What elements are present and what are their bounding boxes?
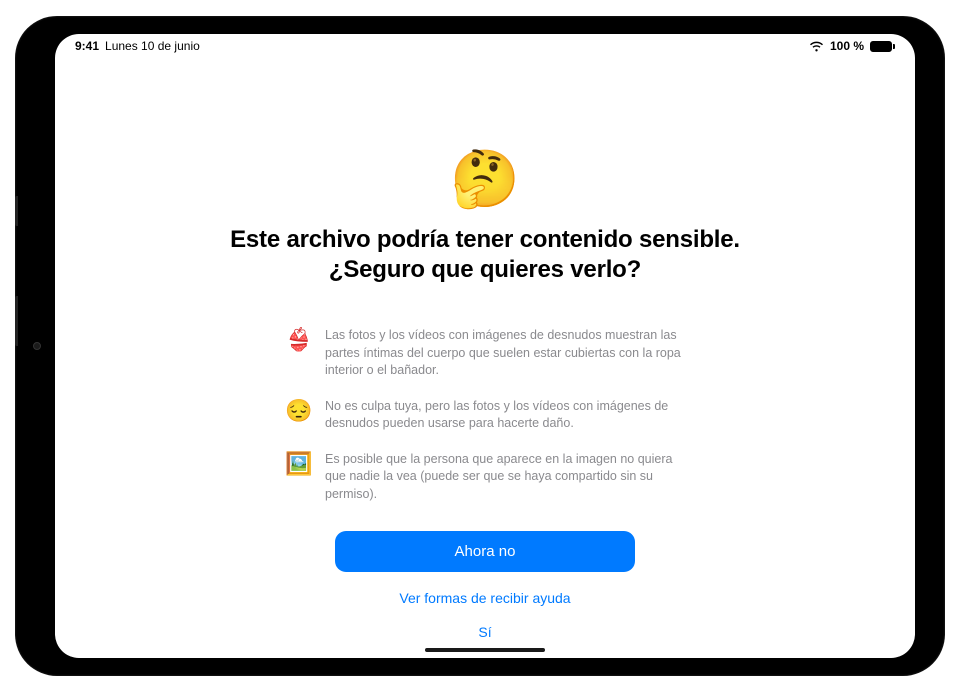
actions: Ahora no Ver formas de recibir ayuda Sí: [335, 531, 635, 654]
info-item: 😔 No es culpa tuya, pero las fotos y los…: [285, 398, 685, 433]
page-title: Este archivo podría tener contenido sens…: [230, 225, 740, 285]
info-text: Las fotos y los vídeos con imágenes de d…: [325, 327, 685, 380]
status-right: 100 %: [809, 39, 895, 53]
info-text: Es posible que la persona que aparece en…: [325, 451, 685, 504]
battery-percent: 100 %: [830, 39, 864, 53]
status-time: 9:41: [75, 39, 99, 53]
info-item: 🖼️ Es posible que la persona que aparece…: [285, 451, 685, 504]
thinking-face-icon: 🤔: [450, 151, 520, 207]
pensive-face-icon: 😔: [285, 398, 311, 424]
info-text: No es culpa tuya, pero las fotos y los v…: [325, 398, 685, 433]
device-side-button: [15, 296, 18, 346]
tablet-device-frame: 9:41 Lunes 10 de junio 100 % 🤔 Este arch…: [15, 16, 945, 676]
device-camera: [33, 342, 41, 350]
title-line-2: ¿Seguro que quieres verlo?: [329, 256, 641, 283]
status-date: Lunes 10 de junio: [105, 39, 200, 53]
battery-icon: [870, 41, 895, 52]
info-item: 👙 Las fotos y los vídeos con imágenes de…: [285, 327, 685, 380]
device-side-button: [15, 196, 18, 226]
get-help-link[interactable]: Ver formas de recibir ayuda: [395, 586, 574, 610]
confirm-view-link[interactable]: Sí: [474, 620, 495, 644]
wifi-icon: [809, 41, 824, 52]
status-left: 9:41 Lunes 10 de junio: [75, 39, 200, 53]
home-indicator[interactable]: [425, 648, 545, 652]
not-now-button[interactable]: Ahora no: [335, 531, 635, 572]
status-bar: 9:41 Lunes 10 de junio 100 %: [55, 34, 915, 56]
picture-frame-icon: 🖼️: [285, 451, 311, 477]
title-line-1: Este archivo podría tener contenido sens…: [230, 226, 740, 253]
sensitive-content-warning: 🤔 Este archivo podría tener contenido se…: [55, 56, 915, 658]
info-list: 👙 Las fotos y los vídeos con imágenes de…: [285, 327, 685, 503]
screen: 9:41 Lunes 10 de junio 100 % 🤔 Este arch…: [55, 34, 915, 658]
swimwear-icon: 👙: [285, 327, 311, 353]
